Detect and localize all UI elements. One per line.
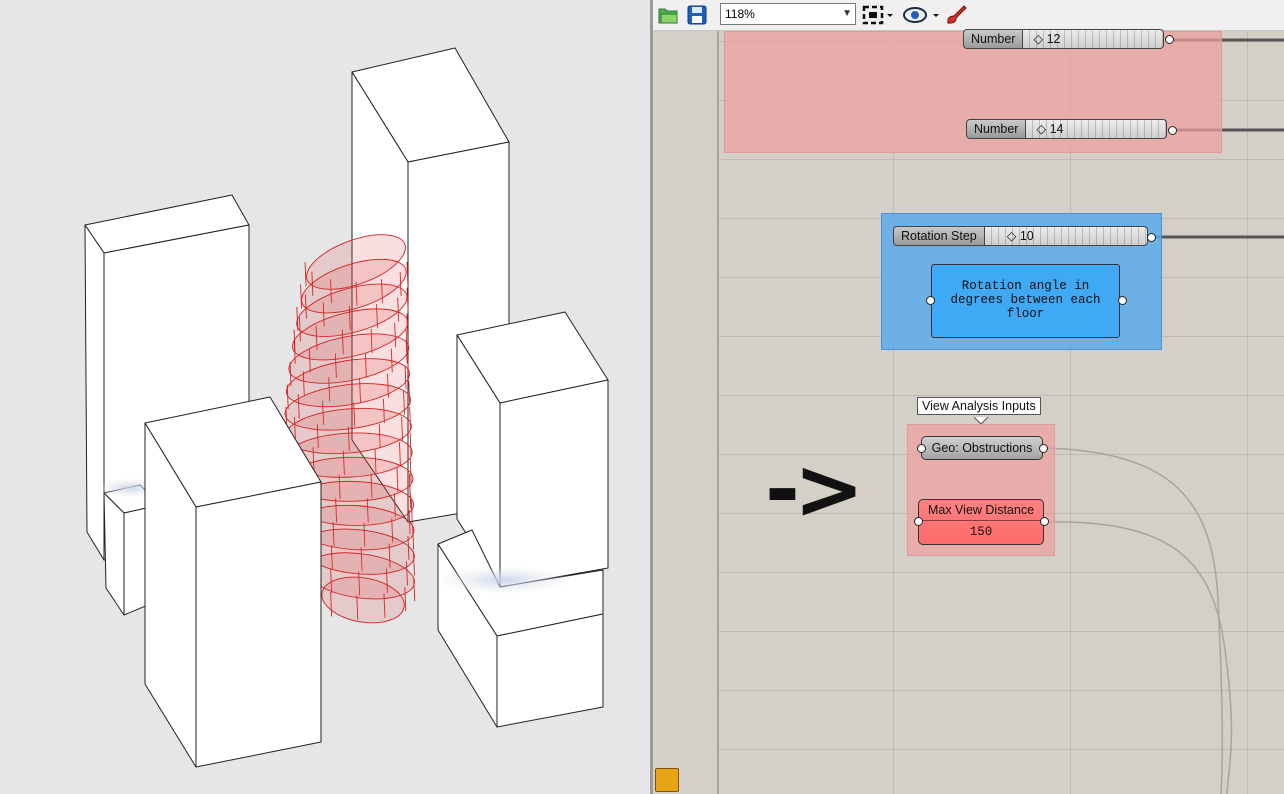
input-port[interactable] bbox=[917, 444, 926, 453]
output-port[interactable] bbox=[1040, 517, 1049, 526]
slider-value: ◇ 14 bbox=[1036, 122, 1064, 136]
number-slider-1[interactable]: Number ◇ 12 bbox=[963, 29, 1165, 49]
geo-obstructions-param[interactable]: Geo: Obstructions bbox=[921, 436, 1043, 460]
slider-label: Number bbox=[966, 119, 1027, 139]
note-panel[interactable]: Rotation angle in degrees between each f… bbox=[931, 264, 1120, 338]
input-port[interactable] bbox=[914, 517, 923, 526]
slider-value: 150 bbox=[969, 525, 993, 539]
slider-label: Number bbox=[963, 29, 1024, 49]
tower-mullion bbox=[300, 284, 303, 309]
output-port[interactable] bbox=[1165, 35, 1174, 44]
output-port[interactable] bbox=[1039, 444, 1048, 453]
panel-text: Rotation angle in degrees between each f… bbox=[950, 279, 1101, 321]
output-port[interactable] bbox=[1118, 296, 1127, 305]
rhino-viewport[interactable] bbox=[0, 0, 650, 794]
arrow-annotation: -> bbox=[765, 440, 864, 538]
grasshopper-editor: 118% ▼ Number ◇ 12 Number ◇ 14 Rotation … bbox=[653, 0, 1284, 794]
group-tooltip: View Analysis Inputs bbox=[917, 397, 1041, 415]
slider-value: ◇ 10 bbox=[1006, 229, 1034, 243]
slider-label: Rotation Step bbox=[893, 226, 985, 246]
output-port[interactable] bbox=[1168, 126, 1177, 135]
viewport-3d-scene bbox=[84, 47, 609, 768]
slider-track[interactable]: ◇ 10 bbox=[984, 226, 1148, 246]
input-port[interactable] bbox=[926, 296, 935, 305]
param-label: Geo: Obstructions bbox=[931, 441, 1033, 455]
number-slider-2[interactable]: Number ◇ 14 bbox=[966, 119, 1168, 139]
rotation-step-slider[interactable]: Rotation Step ◇ 10 bbox=[893, 226, 1148, 246]
tower-mullion bbox=[304, 261, 307, 287]
max-view-distance-slider[interactable]: Max View Distance 150 bbox=[918, 499, 1044, 545]
output-port[interactable] bbox=[1147, 233, 1156, 242]
slider-track[interactable]: ◇ 14 bbox=[1026, 119, 1168, 139]
slider-track[interactable]: ◇ 12 bbox=[1023, 29, 1165, 49]
slider-label: Max View Distance bbox=[919, 500, 1043, 521]
slider-value: ◇ 12 bbox=[1033, 32, 1061, 46]
tower-mullion bbox=[296, 306, 299, 332]
